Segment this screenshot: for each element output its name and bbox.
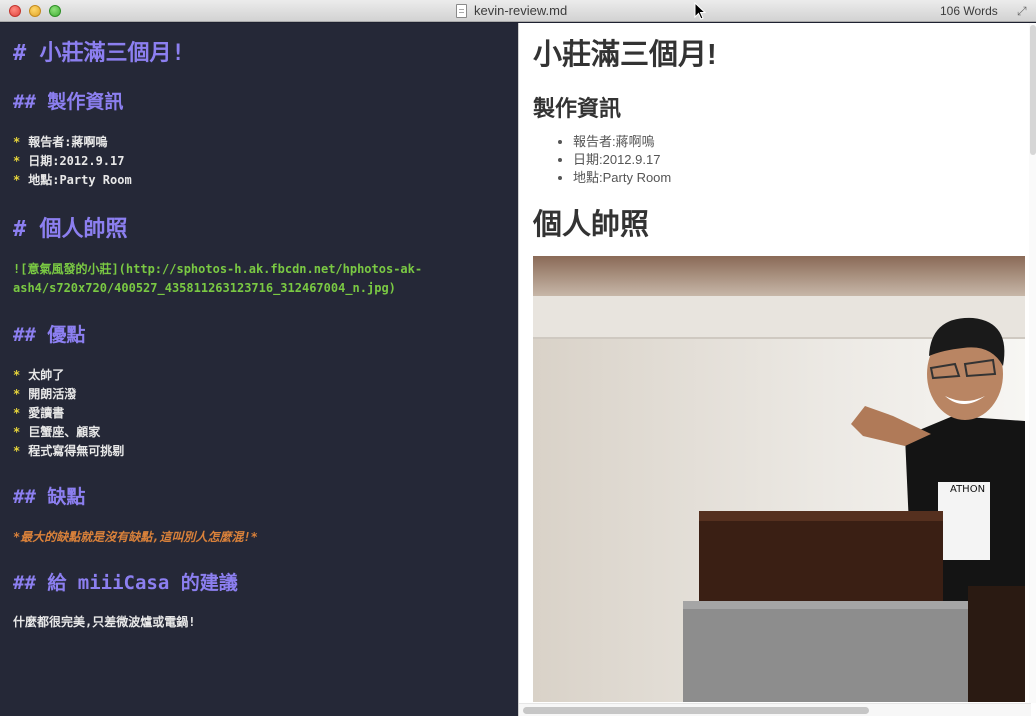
profile-photo: ATHON — [533, 256, 1025, 702]
preview-heading-title: 小莊滿三個月! — [533, 39, 717, 71]
markdown-preview[interactable]: 小莊滿三個月! 製作資訊 報告者:蔣啊嗚 日期:2012.9.17 地點:Par… — [518, 23, 1036, 716]
md-bullet: * — [13, 387, 21, 401]
photo-illustration: ATHON — [533, 256, 1025, 702]
window-title: kevin-review.md — [474, 3, 568, 18]
md-bullet: * — [13, 406, 21, 420]
title-bar: kevin-review.md 106 Words ⤢ — [0, 0, 1036, 22]
vertical-scrollbar[interactable] — [1029, 23, 1036, 703]
md-list-item[interactable]: * 地點:Party Room — [13, 171, 132, 188]
list-item: 地點:Party Room — [573, 169, 671, 187]
md-heading-photo[interactable]: # 個人帥照 — [13, 211, 128, 243]
md-image-link[interactable]: ![意氣風發的小莊](http://sphotos-h.ak.fbcdn.net… — [13, 260, 483, 298]
md-list-item[interactable]: * 程式寫得無可挑剔 — [13, 442, 124, 459]
md-list-item[interactable]: * 愛讀書 — [13, 404, 64, 421]
preview-info-list: 報告者:蔣啊嗚 日期:2012.9.17 地點:Party Room — [573, 133, 671, 187]
md-heading-title[interactable]: # 小莊滿三個月! — [13, 35, 185, 67]
minimize-window-button[interactable] — [29, 5, 41, 17]
fullscreen-icon[interactable]: ⤢ — [1017, 4, 1027, 19]
md-list-item[interactable]: * 日期:2012.9.17 — [13, 152, 124, 169]
list-item: 報告者:蔣啊嗚 — [573, 133, 671, 151]
md-heading-suggestion[interactable]: ## 給 miiiCasa 的建議 — [13, 568, 238, 595]
preview-heading-photo: 個人帥照 — [533, 209, 650, 241]
md-emphasis-text[interactable]: *最大的缺點就是沒有缺點,這叫別人怎麼混!* — [13, 528, 258, 545]
list-item: 日期:2012.9.17 — [573, 151, 671, 169]
md-bullet: * — [13, 173, 21, 187]
horizontal-scroll-thumb[interactable] — [523, 707, 869, 714]
zoom-window-button[interactable] — [49, 5, 61, 17]
md-paragraph[interactable]: 什麼都很完美,只差微波爐或電鍋! — [13, 613, 195, 630]
markdown-editor[interactable]: # 小莊滿三個月! ## 製作資訊 * 報告者:蔣啊嗚 * 日期:2012.9.17… — [0, 23, 518, 716]
md-bullet: * — [13, 368, 21, 382]
preview-heading-info: 製作資訊 — [533, 96, 622, 121]
md-list-item[interactable]: * 巨蟹座、顧家 — [13, 423, 100, 440]
document-icon — [456, 4, 467, 18]
vertical-scroll-thumb[interactable] — [1030, 25, 1036, 155]
md-list-item[interactable]: * 開朗活潑 — [13, 385, 76, 402]
md-bullet: * — [13, 425, 21, 439]
horizontal-scrollbar[interactable] — [519, 703, 1031, 716]
word-count[interactable]: 106 Words — [940, 4, 998, 18]
md-heading-cons[interactable]: ## 缺點 — [13, 482, 85, 509]
md-heading-info[interactable]: ## 製作資訊 — [13, 87, 123, 114]
md-bullet: * — [13, 444, 21, 458]
md-heading-pros[interactable]: ## 優點 — [13, 320, 85, 347]
md-list-item[interactable]: * 報告者:蔣啊嗚 — [13, 133, 107, 150]
close-window-button[interactable] — [9, 5, 21, 17]
md-list-item[interactable]: * 太帥了 — [13, 366, 64, 383]
shirt-text: ATHON — [950, 484, 985, 495]
md-bullet: * — [13, 135, 21, 149]
md-bullet: * — [13, 154, 21, 168]
mouse-cursor-icon — [694, 2, 706, 20]
